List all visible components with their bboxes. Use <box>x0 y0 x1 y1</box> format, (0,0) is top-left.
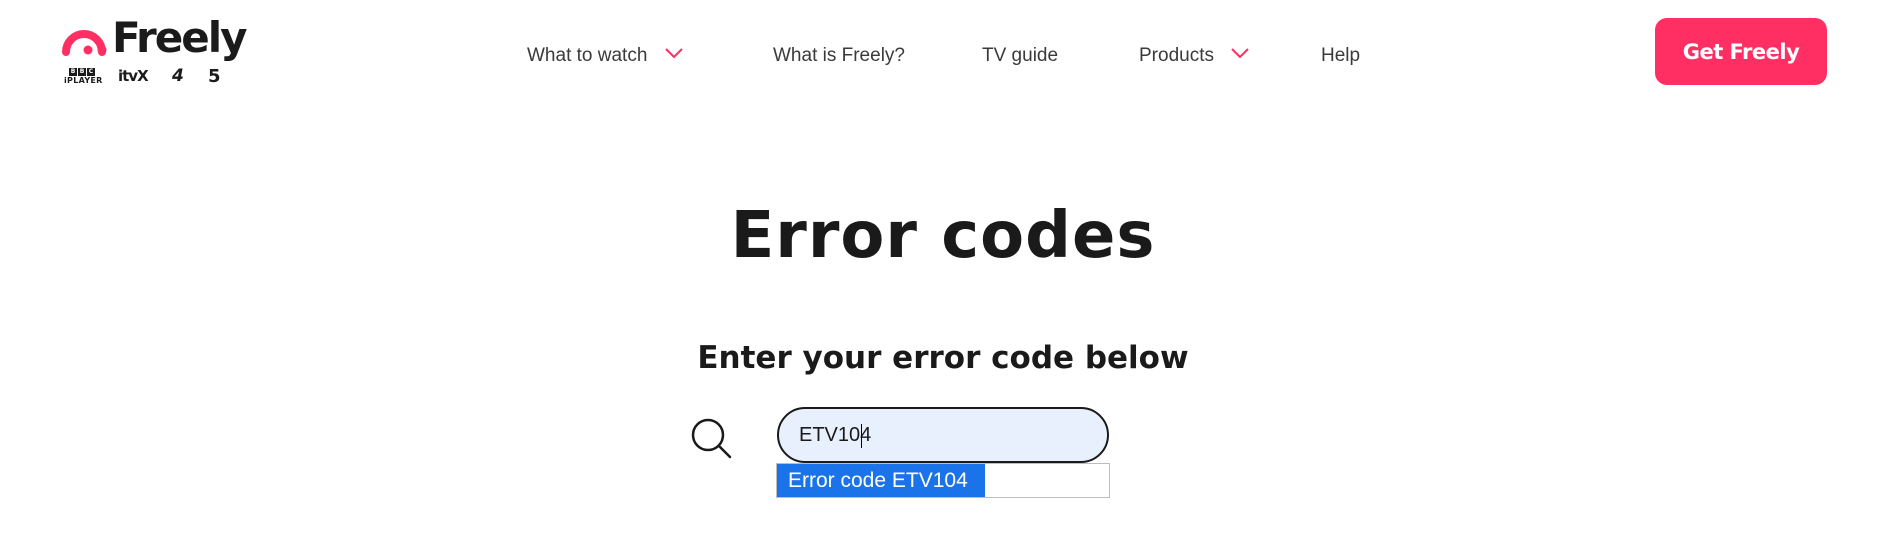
nav-item-what-is-freely[interactable]: What is Freely? <box>773 40 905 72</box>
nav-item-tv-guide[interactable]: TV guide <box>982 40 1058 72</box>
main-navigation: What to watch What is Freely? TV guide P… <box>0 40 1886 72</box>
autocomplete-item[interactable]: Error code ETV104 <box>777 464 985 497</box>
get-freely-button[interactable]: Get Freely <box>1655 18 1827 85</box>
error-code-search-input[interactable] <box>777 407 1109 463</box>
nav-item-label: TV guide <box>982 45 1059 66</box>
nav-item-label: Products <box>1139 45 1214 66</box>
page: Freely B B C iPLAYER itvX 4 5 What to wa… <box>0 0 1886 535</box>
nav-item-help[interactable]: Help <box>1321 40 1360 72</box>
iplayer-text: iPLAYER <box>64 76 103 85</box>
nav-item-label: What is Freely? <box>773 45 905 66</box>
chevron-down-icon <box>1231 48 1249 59</box>
autocomplete-list: Error code ETV104 <box>776 463 1110 498</box>
text-caret <box>861 424 862 448</box>
chevron-down-icon <box>664 48 683 59</box>
search-icon[interactable] <box>690 417 732 459</box>
search-prompt: Enter your error code below <box>697 340 1189 376</box>
nav-item-what-to-watch[interactable]: What to watch <box>527 40 683 72</box>
nav-item-label: What to watch <box>527 45 648 66</box>
nav-item-products[interactable]: Products <box>1139 40 1249 72</box>
nav-item-label: Help <box>1321 45 1361 66</box>
page-title: Error codes <box>730 199 1156 273</box>
